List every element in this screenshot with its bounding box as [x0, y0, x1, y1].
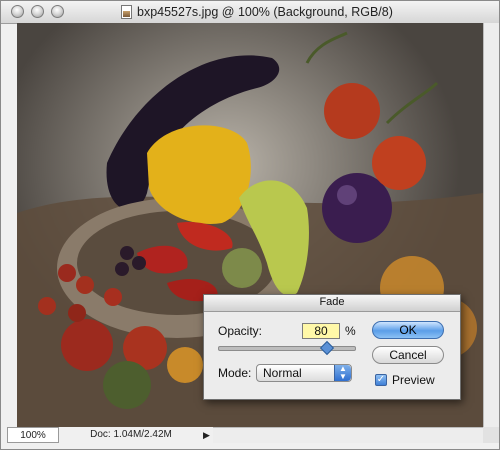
percent-unit-label: % [345, 324, 356, 338]
dialog-title: Fade [319, 296, 345, 308]
preview-checkbox[interactable]: ✓ [375, 374, 387, 386]
document-size-info: Doc: 1.04M/2.42M [90, 429, 172, 440]
close-button[interactable] [11, 5, 24, 18]
vertical-scrollbar[interactable] [483, 23, 499, 427]
opacity-slider-track[interactable] [218, 346, 356, 351]
triangle-right-icon[interactable]: ▶ [203, 427, 213, 443]
opacity-input[interactable]: 80 [302, 323, 340, 339]
status-bar: 100% Doc: 1.04M/2.42M ▶ [1, 427, 213, 449]
opacity-slider-thumb[interactable] [319, 340, 334, 356]
horizontal-scrollbar[interactable] [213, 427, 483, 443]
minimize-button[interactable] [31, 5, 44, 18]
checkmark-icon: ✓ [376, 374, 386, 385]
window-title: bxp45527s.jpg @ 100% (Background, RGB/8) [137, 5, 393, 19]
blend-mode-value: Normal [263, 366, 302, 380]
photoshop-document-window: bxp45527s.jpg @ 100% (Background, RGB/8) [0, 0, 500, 450]
fade-dialog: Fade Opacity: 80 % Mode: Normal ▲ ▼ OK Ca… [203, 294, 461, 400]
document-icon [121, 5, 132, 19]
blend-mode-select[interactable]: Normal ▲ ▼ [256, 364, 352, 382]
opacity-label: Opacity: [218, 324, 263, 338]
scroll-corner [483, 427, 499, 443]
window-titlebar[interactable]: bxp45527s.jpg @ 100% (Background, RGB/8) [1, 1, 499, 24]
ok-button[interactable]: OK [372, 321, 444, 339]
dialog-titlebar[interactable]: Fade [204, 295, 460, 312]
cancel-button[interactable]: Cancel [372, 346, 444, 364]
preview-label: Preview [392, 373, 435, 387]
popup-arrows-icon: ▲ ▼ [334, 365, 351, 381]
zoom-level-field[interactable]: 100% [7, 427, 59, 443]
zoom-button[interactable] [51, 5, 64, 18]
mode-label: Mode: [218, 366, 252, 380]
